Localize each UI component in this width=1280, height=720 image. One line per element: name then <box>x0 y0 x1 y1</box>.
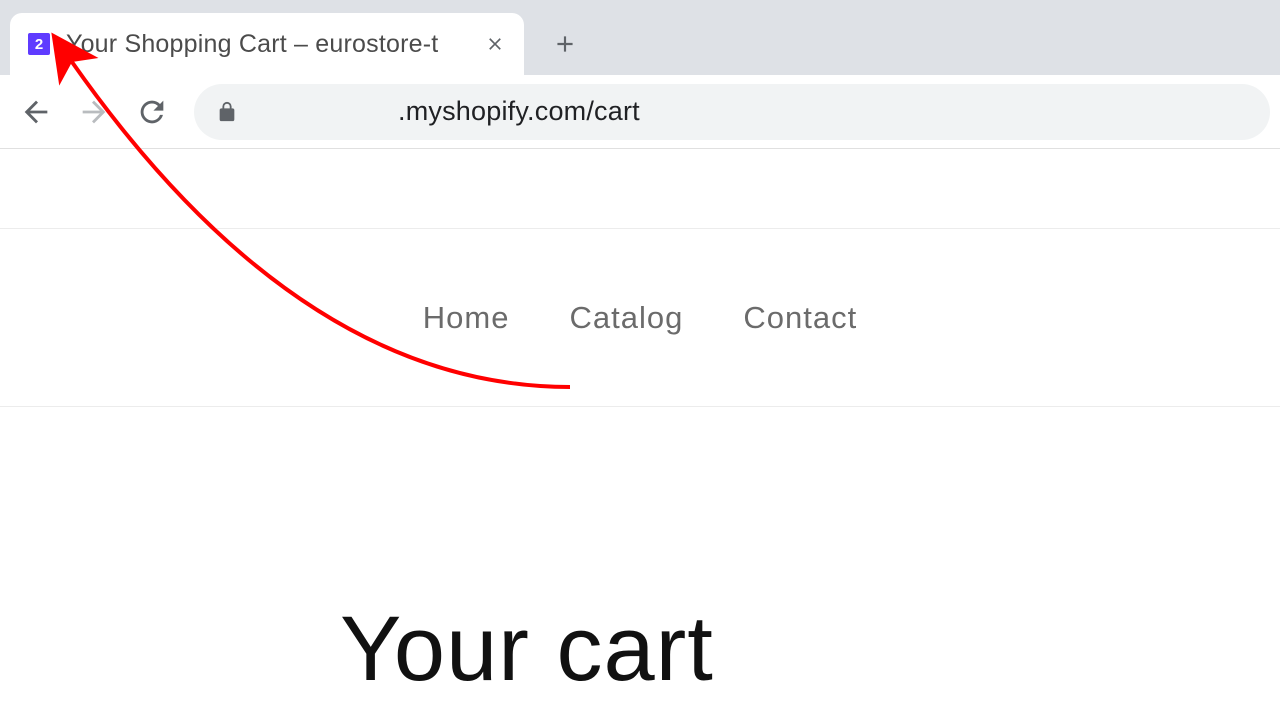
arrow-right-icon <box>77 95 111 129</box>
nav-link-home[interactable]: Home <box>423 300 510 336</box>
back-button[interactable] <box>10 86 62 138</box>
forward-button[interactable] <box>68 86 120 138</box>
page-content: Home Catalog Contact Your cart <box>0 149 1280 702</box>
nav-link-catalog[interactable]: Catalog <box>570 300 684 336</box>
arrow-left-icon <box>19 95 53 129</box>
new-tab-button[interactable] <box>542 21 588 67</box>
site-nav: Home Catalog Contact <box>0 229 1280 407</box>
reload-button[interactable] <box>126 86 178 138</box>
url-text: .myshopify.com/cart <box>398 96 640 127</box>
browser-tab[interactable]: 2 Your Shopping Cart – eurostore-t <box>10 13 524 75</box>
header-spacer <box>0 149 1280 229</box>
tab-close-button[interactable] <box>482 31 508 57</box>
page-title: Your cart <box>340 597 1280 702</box>
reload-icon <box>135 95 169 129</box>
plus-icon <box>552 31 578 57</box>
address-bar[interactable]: .myshopify.com/cart <box>194 84 1270 140</box>
browser-toolbar: .myshopify.com/cart <box>0 75 1280 149</box>
nav-link-contact[interactable]: Contact <box>743 300 857 336</box>
close-icon <box>485 34 505 54</box>
lock-icon <box>216 101 238 123</box>
heading-wrap: Your cart <box>0 407 1280 702</box>
browser-tab-strip: 2 Your Shopping Cart – eurostore-t <box>0 0 1280 75</box>
tab-title: Your Shopping Cart – eurostore-t <box>66 30 476 59</box>
favicon-badge: 2 <box>28 33 50 55</box>
